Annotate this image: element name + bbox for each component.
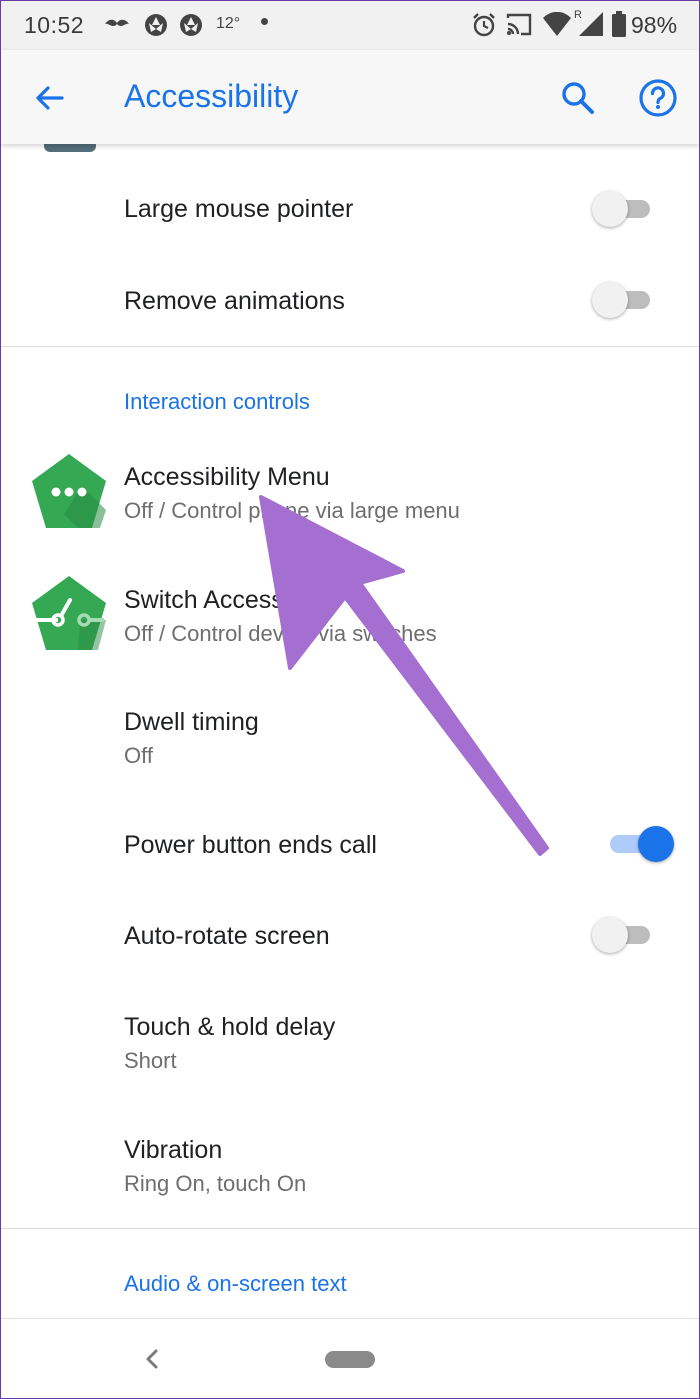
setting-title: Vibration — [124, 1136, 223, 1164]
back-arrow-icon[interactable] — [30, 78, 70, 118]
accessibility-menu-icon — [32, 454, 106, 528]
mustache-icon — [105, 19, 129, 26]
partially-visible-icon — [44, 144, 96, 152]
setting-touch-hold-delay[interactable]: Touch & hold delay Short — [0, 990, 700, 1108]
toggle-thumb — [592, 917, 628, 953]
setting-title: Switch Access — [124, 586, 284, 614]
cellular-signal-icon: R — [574, 9, 603, 36]
section-divider — [0, 1228, 700, 1229]
setting-title: Power button ends call — [124, 831, 377, 859]
toggle-thumb — [592, 191, 628, 227]
auto-rotate-screen-toggle[interactable] — [592, 915, 656, 955]
svg-text:R: R — [574, 9, 582, 21]
toggle-thumb — [638, 826, 674, 862]
status-time: 10:52 — [24, 12, 85, 38]
status-temperature: 12° — [216, 15, 241, 32]
setting-dwell-timing[interactable]: Dwell timing Off — [0, 686, 700, 804]
setting-subtitle: Off — [124, 743, 153, 768]
setting-title: Large mouse pointer — [124, 195, 354, 223]
setting-subtitle: Short — [124, 1048, 177, 1073]
setting-remove-animations[interactable]: Remove animations — [0, 254, 700, 346]
page-title: Accessibility — [124, 78, 299, 114]
setting-subtitle: Off / Control device via switches — [124, 621, 437, 646]
setting-title: Touch & hold delay — [124, 1013, 336, 1041]
notification-dot — [261, 18, 268, 25]
setting-title: Accessibility Menu — [124, 463, 330, 491]
section-header-audio-on-screen-text: Audio & on-screen text — [124, 1271, 347, 1296]
large-mouse-pointer-toggle[interactable] — [592, 189, 656, 229]
nav-back-icon[interactable] — [140, 1341, 164, 1377]
setting-vibration[interactable]: Vibration Ring On, touch On — [0, 1112, 700, 1228]
setting-title: Auto-rotate screen — [124, 922, 330, 950]
alarm-icon — [473, 13, 495, 37]
setting-large-mouse-pointer[interactable]: Large mouse pointer — [0, 162, 700, 254]
battery-percentage: 98% — [631, 12, 678, 38]
app-bar: Accessibility — [0, 50, 700, 144]
setting-title: Dwell timing — [124, 708, 259, 736]
section-header-interaction-controls: Interaction controls — [124, 389, 310, 414]
switch-access-icon — [32, 576, 106, 650]
setting-power-button-ends-call[interactable]: Power button ends call — [0, 806, 700, 898]
setting-subtitle: Ring On, touch On — [124, 1171, 307, 1196]
aperture-icon — [145, 14, 167, 36]
section-divider — [0, 346, 700, 347]
setting-title: Remove animations — [124, 287, 345, 315]
search-icon[interactable] — [558, 78, 598, 118]
aperture-icon — [180, 14, 202, 36]
battery-icon — [612, 11, 626, 37]
setting-accessibility-menu[interactable]: Accessibility Menu Off / Control phone v… — [0, 440, 700, 558]
help-icon[interactable] — [636, 76, 680, 120]
nav-home-pill[interactable] — [325, 1351, 375, 1368]
status-bar: 10:52 12° R 98% — [0, 0, 700, 50]
navigation-bar — [0, 1318, 700, 1399]
setting-switch-access[interactable]: Switch Access Off / Control device via s… — [0, 564, 700, 682]
remove-animations-toggle[interactable] — [592, 280, 656, 320]
setting-subtitle: Off / Control phone via large menu — [124, 498, 460, 523]
cast-icon — [506, 13, 532, 36]
wifi-icon — [543, 12, 571, 36]
setting-auto-rotate-screen[interactable]: Auto-rotate screen — [0, 898, 700, 990]
power-button-ends-call-toggle[interactable] — [604, 824, 674, 864]
toggle-thumb — [592, 282, 628, 318]
